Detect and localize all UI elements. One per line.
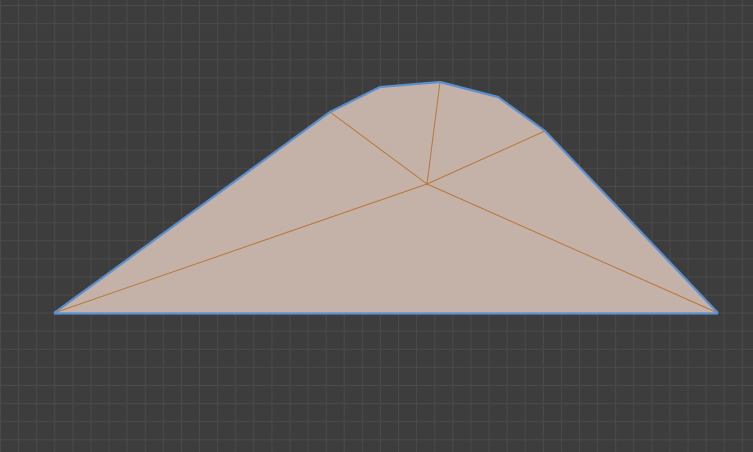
editor-viewport[interactable] (0, 0, 753, 452)
mesh-shape[interactable] (0, 0, 753, 452)
mesh-center-vertex[interactable] (425, 182, 429, 186)
